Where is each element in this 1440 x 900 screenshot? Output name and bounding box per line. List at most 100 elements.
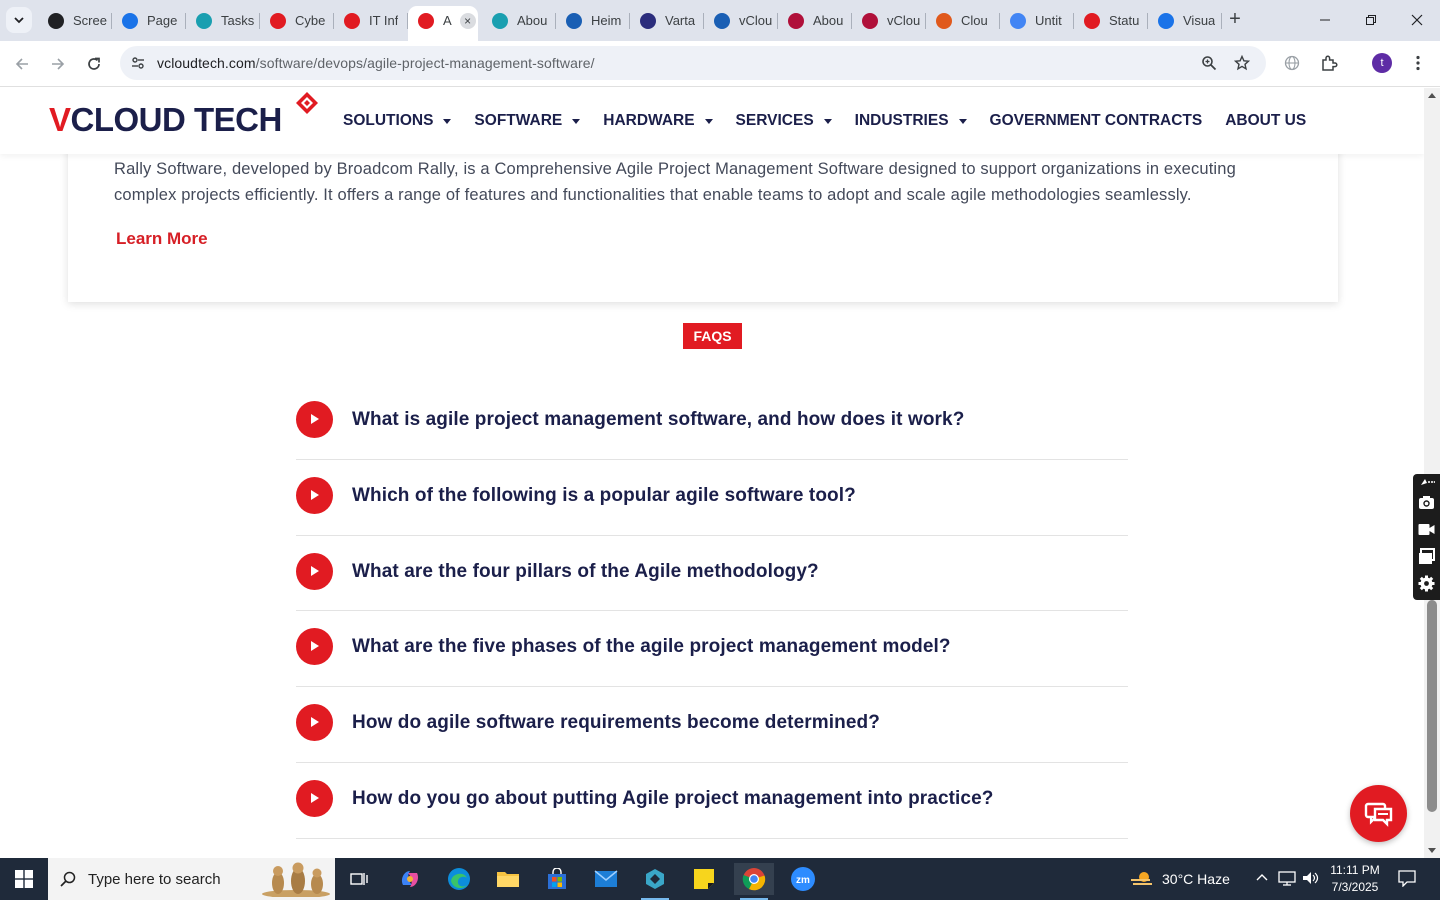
scroll-down-arrow[interactable] xyxy=(1428,848,1436,853)
faq-item[interactable]: What are the four pillars of the Agile m… xyxy=(296,536,1128,612)
vcloud-diamond-icon xyxy=(270,12,286,29)
browser-tab[interactable]: Scree xyxy=(38,6,112,35)
page-scrollbar[interactable] xyxy=(1424,88,1440,858)
reload-button[interactable] xyxy=(82,52,106,76)
tab-search-button[interactable] xyxy=(6,7,32,33)
edge-app[interactable] xyxy=(439,863,479,895)
network-icon[interactable] xyxy=(1278,870,1296,889)
screencast-icon xyxy=(48,12,64,29)
browser-tab[interactable]: vClou xyxy=(704,6,778,35)
windows-taskbar: Type here to search zm 30°C Haze 11:11 P… xyxy=(0,858,1440,900)
browser-tab[interactable]: Varta xyxy=(630,6,704,35)
logo-letter-v: V xyxy=(49,101,71,138)
zoom-app[interactable]: zm xyxy=(783,863,823,895)
browser-tab[interactable]: A × xyxy=(408,6,478,41)
site-info-icon[interactable] xyxy=(130,55,146,71)
faq-question: What are the four pillars of the Agile m… xyxy=(352,560,819,582)
faq-item[interactable]: What are the five phases of the agile pr… xyxy=(296,611,1128,688)
extensions-puzzle-icon[interactable] xyxy=(1320,54,1338,72)
video-camera-icon[interactable] xyxy=(1418,521,1435,538)
nav-item-about-us[interactable]: ABOUT US xyxy=(1225,112,1306,130)
nav-item-solutions[interactable]: SOLUTIONS xyxy=(343,112,452,130)
browser-tab[interactable]: Cybe xyxy=(260,6,334,35)
chrome-app[interactable] xyxy=(734,863,774,900)
browser-tab[interactable]: Clou xyxy=(926,6,1000,35)
tool-menu-icon[interactable] xyxy=(1418,476,1435,488)
tab-title: Abou xyxy=(813,13,844,28)
screen-window-icon[interactable] xyxy=(1418,548,1435,565)
faq-item[interactable]: What is agile project management softwar… xyxy=(296,384,1128,460)
chat-bubbles-icon xyxy=(1364,802,1393,827)
volume-icon[interactable] xyxy=(1302,870,1320,889)
vcloud-tech-logo[interactable]: VCLOUD TECH xyxy=(49,92,318,140)
dev-tool-app[interactable] xyxy=(635,863,675,900)
taskbar-clock[interactable]: 11:11 PM 7/3/2025 xyxy=(1325,862,1385,896)
nav-item-industries[interactable]: INDUSTRIES xyxy=(855,112,967,130)
faq-item[interactable]: Which of the following is a popular agil… xyxy=(296,460,1128,536)
copilot-app[interactable] xyxy=(390,863,430,895)
tray-overflow-chevron-icon[interactable] xyxy=(1255,870,1269,887)
kebab-menu-icon[interactable] xyxy=(1409,54,1427,72)
notifications-icon[interactable] xyxy=(1398,869,1416,890)
back-button[interactable] xyxy=(10,52,34,76)
scroll-thumb[interactable] xyxy=(1427,600,1437,812)
bookmark-star-icon[interactable] xyxy=(1233,54,1251,72)
start-button[interactable] xyxy=(0,858,48,900)
close-tab-icon[interactable]: × xyxy=(459,12,476,29)
browser-tab[interactable]: Abou xyxy=(778,6,852,35)
browser-tab[interactable]: IT Inf xyxy=(334,6,408,35)
restore-icon xyxy=(1366,15,1376,25)
tab-title: Clou xyxy=(961,13,988,28)
tab-title: Varta xyxy=(665,13,696,28)
learn-more-link[interactable]: Learn More xyxy=(116,229,208,249)
file-explorer-app[interactable] xyxy=(488,863,528,895)
browser-tab[interactable]: Visua xyxy=(1148,6,1222,35)
svg-text:zm: zm xyxy=(796,875,810,886)
faq-item[interactable]: How do you go about putting Agile projec… xyxy=(296,763,1128,839)
forward-button[interactable] xyxy=(46,52,70,76)
chat-button[interactable] xyxy=(1350,785,1407,842)
browser-tab[interactable]: Untit xyxy=(1000,6,1074,35)
v-logo-icon xyxy=(862,12,878,29)
new-tab-button[interactable]: + xyxy=(1224,9,1246,31)
browser-tab[interactable]: Page xyxy=(112,6,186,35)
nav-item-label: HARDWARE xyxy=(603,112,695,129)
camera-icon[interactable] xyxy=(1418,494,1435,511)
faq-item[interactable]: How do agile software requirements becom… xyxy=(296,687,1128,763)
folder-icon xyxy=(497,872,519,887)
taskbar-search-box[interactable]: Type here to search xyxy=(48,858,335,900)
browser-tab[interactable]: Heim xyxy=(556,6,630,35)
faq-question: What are the five phases of the agile pr… xyxy=(352,636,951,658)
restore-button[interactable] xyxy=(1348,0,1394,40)
nav-item-government-contracts[interactable]: GOVERNMENT CONTRACTS xyxy=(990,112,1203,130)
nav-item-services[interactable]: SERVICES xyxy=(736,112,832,130)
browser-tab[interactable]: Statu xyxy=(1074,6,1148,35)
task-view-button[interactable] xyxy=(340,863,380,895)
nav-item-software[interactable]: SOFTWARE xyxy=(474,112,581,130)
microsoft-store-app[interactable] xyxy=(537,863,577,895)
browser-tab[interactable]: Abou xyxy=(482,6,556,35)
profile-avatar[interactable]: t xyxy=(1372,53,1392,73)
chrome-icon xyxy=(742,868,766,891)
zoom-icon[interactable] xyxy=(1200,54,1218,72)
mail-envelope-icon xyxy=(594,870,618,887)
browser-tab[interactable]: vClou xyxy=(852,6,926,35)
settings-gear-icon[interactable] xyxy=(1418,575,1435,592)
url-text[interactable]: vcloudtech.com/software/devops/agile-pro… xyxy=(157,55,595,71)
nav-item-hardware[interactable]: HARDWARE xyxy=(603,112,713,130)
address-bar[interactable]: vcloudtech.com/software/devops/agile-pro… xyxy=(120,46,1266,80)
weather-widget[interactable]: 30°C Haze xyxy=(1130,870,1230,888)
tab-title: Page xyxy=(147,13,178,28)
tab-title: Scree xyxy=(73,13,107,28)
browser-tab[interactable]: Tasks xyxy=(186,6,260,35)
faq-accordion: What is agile project management softwar… xyxy=(296,384,1128,839)
scroll-up-arrow[interactable] xyxy=(1428,93,1436,98)
close-window-button[interactable] xyxy=(1394,0,1440,40)
haze-sun-icon xyxy=(1131,872,1152,885)
translate-globe-icon[interactable] xyxy=(1283,54,1301,72)
clock-time: 11:11 PM xyxy=(1330,863,1380,877)
sticky-notes-app[interactable] xyxy=(684,863,724,895)
mail-app[interactable] xyxy=(586,863,626,895)
minimize-button[interactable] xyxy=(1302,0,1348,40)
caret-down-icon xyxy=(704,118,713,124)
